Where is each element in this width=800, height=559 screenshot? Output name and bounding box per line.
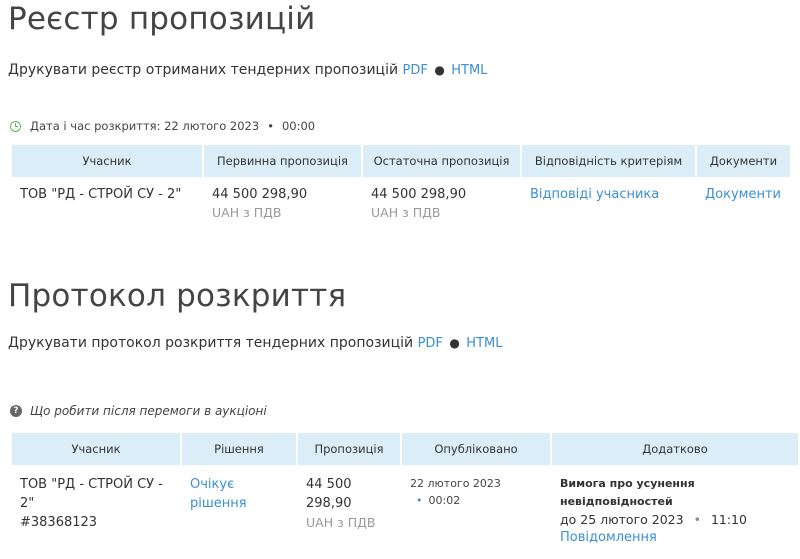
- final-offer-cell: 44 500 298,90 UAH з ПДВ: [363, 177, 520, 220]
- opening-datetime: Дата і час розкриття: 22 лютого 2023 • 0…: [10, 119, 315, 133]
- protocol-title: Протокол розкриття: [8, 278, 347, 314]
- table-row: ТОВ "РД - СТРОЙ СУ - 2" #38368123 Очікує…: [12, 465, 798, 547]
- offer-amount-line1: 44 500: [306, 477, 352, 492]
- final-currency: UAH з ПДВ: [371, 205, 441, 220]
- protocol-print-separator: ●: [449, 336, 460, 350]
- protocol-html-link[interactable]: HTML: [466, 336, 502, 351]
- additional-cell: Вимога про усунення невідповідностей до …: [552, 465, 798, 547]
- deadline-separator: •: [693, 512, 701, 527]
- registry-pdf-link[interactable]: PDF: [403, 63, 428, 78]
- col-participant: Учасник: [12, 433, 180, 465]
- documents-link[interactable]: Документи: [705, 187, 781, 202]
- col-offer: Пропозиція: [298, 433, 400, 465]
- registry-header-row: Учасник Первинна пропозиція Остаточна пр…: [12, 145, 790, 177]
- registry-print-line: Друкувати реєстр отриманих тендерних про…: [8, 62, 487, 78]
- offer-currency: UAH з ПДВ: [306, 515, 376, 530]
- documents-cell: Документи: [697, 177, 790, 220]
- requirement-title-line2: невідповідностей: [560, 495, 673, 508]
- deadline-time: 11:10: [710, 512, 747, 527]
- col-additional: Додатково: [552, 433, 798, 465]
- initial-offer-cell: 44 500 298,90 UAH з ПДВ: [204, 177, 361, 220]
- help-link-line[interactable]: ? Що робити після перемоги в аукціоні: [10, 404, 267, 418]
- registry-html-link[interactable]: HTML: [451, 63, 487, 78]
- published-cell: 22 лютого 2023 • 00:02: [402, 465, 550, 547]
- published-separator: •: [416, 494, 423, 507]
- registry-title: Реєстр пропозицій: [8, 1, 316, 37]
- requirement-title-line1: Вимога про усунення: [560, 477, 695, 490]
- col-published: Опубліковано: [402, 433, 550, 465]
- table-row: ТОВ "РД - СТРОЙ СУ - 2" 44 500 298,90 UA…: [12, 177, 790, 220]
- protocol-pdf-link[interactable]: PDF: [418, 336, 443, 351]
- notification-link[interactable]: Повідомлення: [560, 529, 790, 547]
- offer-cell: 44 500 298,90 UAH з ПДВ: [298, 465, 400, 547]
- registry-print-label: Друкувати реєстр отриманих тендерних про…: [8, 62, 399, 78]
- help-link[interactable]: Що робити після перемоги в аукціоні: [30, 404, 267, 418]
- published-time-line: • 00:02: [410, 492, 542, 509]
- initial-amount: 44 500 298,90: [212, 187, 308, 202]
- published-date: 22 лютого 2023: [410, 477, 501, 490]
- opening-date-label: Дата і час розкриття: 22 лютого 2023: [30, 119, 260, 133]
- decision-link-line1[interactable]: Очікує: [190, 475, 288, 494]
- initial-currency: UAH з ПДВ: [212, 205, 282, 220]
- participant-cell: ТОВ "РД - СТРОЙ СУ - 2" #38368123: [12, 465, 180, 547]
- protocol-print-line: Друкувати протокол розкриття тендерних п…: [8, 335, 502, 351]
- final-amount: 44 500 298,90: [371, 187, 467, 202]
- decision-link-line2[interactable]: рішення: [190, 494, 288, 513]
- opening-time: 00:00: [281, 119, 316, 133]
- question-icon: ?: [10, 405, 22, 417]
- col-final-offer: Остаточна пропозиція: [363, 145, 520, 177]
- deadline-date: до 25 лютого 2023: [560, 512, 684, 527]
- participant-name: ТОВ "РД - СТРОЙ СУ - 2": [20, 187, 182, 202]
- col-documents: Документи: [697, 145, 790, 177]
- offer-amount-line2: 298,90: [306, 496, 352, 511]
- col-participant: Учасник: [12, 145, 202, 177]
- decision-cell: Очікує рішення: [182, 465, 296, 547]
- clock-icon: [10, 120, 21, 132]
- participant-name-line1: ТОВ "РД - СТРОЙ СУ -: [20, 477, 163, 492]
- col-initial-offer: Первинна пропозиція: [204, 145, 361, 177]
- criteria-cell: Відповіді учасника: [522, 177, 695, 220]
- participant-name-line2: 2": [20, 496, 35, 511]
- protocol-table: Учасник Рішення Пропозиція Опубліковано …: [10, 433, 800, 547]
- participant-answers-link[interactable]: Відповіді учасника: [530, 187, 659, 202]
- participant-id: #38368123: [20, 515, 98, 530]
- col-decision: Рішення: [182, 433, 296, 465]
- col-criteria: Відповідність критеріям: [522, 145, 695, 177]
- requirement-deadline: до 25 лютого 2023 • 11:10: [560, 511, 790, 529]
- registry-table: Учасник Первинна пропозиція Остаточна пр…: [10, 145, 792, 220]
- protocol-header-row: Учасник Рішення Пропозиція Опубліковано …: [12, 433, 798, 465]
- published-time: 00:02: [428, 494, 461, 507]
- protocol-print-label: Друкувати протокол розкриття тендерних п…: [8, 335, 414, 351]
- opening-separator: •: [267, 119, 274, 133]
- registry-print-separator: ●: [434, 63, 445, 77]
